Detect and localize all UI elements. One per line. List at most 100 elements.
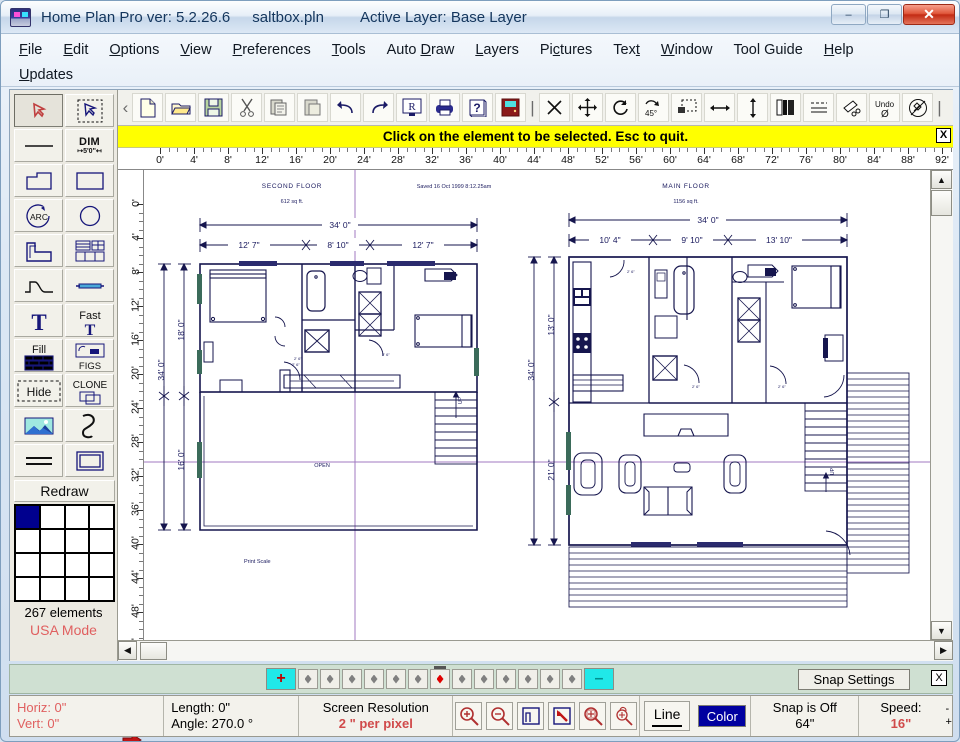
figures-tool[interactable]: FIGS [65, 339, 114, 372]
open-file-button[interactable] [165, 93, 196, 122]
wall-tool[interactable] [14, 234, 63, 267]
speed-stepper[interactable]: - + [943, 696, 952, 736]
snap-level-dot[interactable] [298, 669, 318, 689]
color-swatch[interactable] [15, 577, 40, 601]
contrast-button[interactable] [770, 93, 801, 122]
measure-button[interactable] [836, 93, 867, 122]
freehand-tool[interactable] [65, 409, 114, 442]
floor-plan-drawing[interactable]: SECOND FLOOR 612 sq ft. Saved 16 Oct 199… [144, 170, 930, 640]
snap-increase-button[interactable]: + [266, 668, 296, 690]
menu-item-tool-guide[interactable]: Tool Guide [733, 42, 802, 58]
move-element-button[interactable] [572, 93, 603, 122]
menu-item-preferences[interactable]: Preferences [233, 42, 311, 58]
screen-resolution-button[interactable]: R [396, 93, 427, 122]
line-tool[interactable] [14, 129, 63, 162]
speed-status-panel[interactable]: Speed: 16" [859, 696, 942, 736]
color-swatch[interactable] [39, 553, 65, 577]
scroll-up-arrow-icon[interactable]: ▲ [931, 170, 952, 189]
close-message-icon[interactable]: X [936, 128, 951, 143]
snap-level-dot[interactable] [540, 669, 560, 689]
drawing-canvas[interactable]: SECOND FLOOR 612 sq ft. Saved 16 Oct 199… [144, 170, 930, 640]
scroll-down-arrow-icon[interactable]: ▼ [931, 621, 952, 640]
menu-item-tools[interactable]: Tools [332, 42, 366, 58]
toolbar-collapse-chevron-icon[interactable]: ‹ [120, 95, 131, 121]
delete-element-button[interactable] [539, 93, 570, 122]
color-swatch[interactable] [89, 529, 114, 553]
redo-button[interactable] [363, 93, 394, 122]
color-swatch[interactable] [39, 529, 65, 553]
undo-zero-button[interactable]: Undo Ø [869, 93, 900, 122]
frame-tool[interactable] [65, 444, 114, 477]
snap-level-dot[interactable] [496, 669, 516, 689]
snap-level-dot-active[interactable] [430, 666, 450, 689]
mirror-horizontal-button[interactable] [704, 93, 735, 122]
color-swatch[interactable] [89, 553, 114, 577]
zoom-window-button[interactable] [548, 702, 576, 730]
screen-resolution-panel[interactable]: Screen Resolution 2 " per pixel [299, 696, 454, 736]
print-button[interactable] [429, 93, 460, 122]
menu-item-auto-draw[interactable]: Auto Draw [387, 42, 455, 58]
speed-increase-button[interactable]: + [946, 716, 952, 729]
help-button[interactable]: ? [462, 93, 493, 122]
arc-tool[interactable]: ARC [14, 199, 63, 232]
rotate-element-button[interactable] [605, 93, 636, 122]
snap-level-dot[interactable] [452, 669, 472, 689]
zoom-all-button[interactable] [610, 702, 638, 730]
picture-tool[interactable] [14, 409, 63, 442]
color-swatch[interactable] [39, 505, 65, 529]
snap-level-dot[interactable] [562, 669, 582, 689]
color-swatch[interactable] [89, 505, 114, 529]
fast-text-tool[interactable]: Fast T [65, 304, 114, 337]
menu-item-pictures[interactable]: Pictures [540, 42, 592, 58]
rectangle-tool[interactable] [65, 164, 114, 197]
menu-item-file[interactable]: File [19, 42, 42, 58]
snap-status-panel[interactable]: Snap is Off 64" [751, 696, 860, 736]
snap-settings-button[interactable]: Snap Settings [798, 669, 910, 690]
select-box-tool[interactable] [65, 94, 114, 127]
line-style-button[interactable] [803, 93, 834, 122]
copy-button[interactable] [264, 93, 295, 122]
rotate-45-button[interactable]: 45° [638, 93, 669, 122]
menu-item-text[interactable]: Text [613, 42, 640, 58]
line-style-status-button[interactable]: Line [644, 701, 691, 731]
color-status-button[interactable]: Color [698, 705, 747, 727]
menu-item-layers[interactable]: Layers [475, 42, 519, 58]
menu-item-window[interactable]: Window [661, 42, 713, 58]
close-snap-bar-icon[interactable]: X [931, 670, 947, 686]
select-arrow-tool[interactable] [14, 94, 63, 127]
save-file-button[interactable] [198, 93, 229, 122]
color-swatch-grid[interactable] [14, 504, 115, 602]
vertical-ruler[interactable]: 0'4'8'12'16'20'24'28'32'36'40'44'48'52' [118, 170, 144, 640]
snap-level-dot[interactable] [364, 669, 384, 689]
snap-level-dot[interactable] [320, 669, 340, 689]
menu-item-help[interactable]: Help [824, 42, 854, 58]
undo-button[interactable] [330, 93, 361, 122]
line-weight-tool[interactable] [14, 444, 63, 477]
color-swatch[interactable] [64, 577, 90, 601]
snap-level-dot[interactable] [518, 669, 538, 689]
polyline-tool[interactable] [14, 164, 63, 197]
cancel-draw-button[interactable] [902, 93, 933, 122]
door-button[interactable] [495, 93, 526, 122]
snap-level-dots[interactable] [297, 666, 583, 689]
horizontal-scroll-thumb[interactable] [140, 642, 167, 660]
scroll-left-arrow-icon[interactable]: ◀ [118, 641, 137, 660]
snap-decrease-button[interactable]: – [584, 668, 614, 690]
minimize-button[interactable]: – [831, 4, 866, 25]
color-swatch-selected[interactable] [15, 505, 40, 529]
curve-tool[interactable] [14, 269, 63, 302]
vertical-scroll-thumb[interactable] [931, 190, 952, 216]
horizontal-ruler[interactable]: 0' 4' 8' 12' 16' 20' 24' 28' 32' 36' 40' 44' 48' 52' 5… [118, 148, 953, 170]
snap-level-dot[interactable] [474, 669, 494, 689]
redraw-button[interactable]: Redraw [14, 480, 115, 502]
menu-item-updates[interactable]: Updates [19, 67, 73, 83]
mirror-vertical-button[interactable] [737, 93, 768, 122]
close-button[interactable]: ✕ [903, 4, 955, 25]
zoom-previous-button[interactable] [579, 702, 607, 730]
clone-tool[interactable]: CLONE [65, 374, 114, 407]
color-swatch[interactable] [64, 529, 90, 553]
zoom-in-button[interactable] [455, 702, 483, 730]
speed-decrease-button[interactable]: - [946, 703, 952, 716]
snap-level-dot[interactable] [386, 669, 406, 689]
zoom-out-button[interactable] [486, 702, 514, 730]
